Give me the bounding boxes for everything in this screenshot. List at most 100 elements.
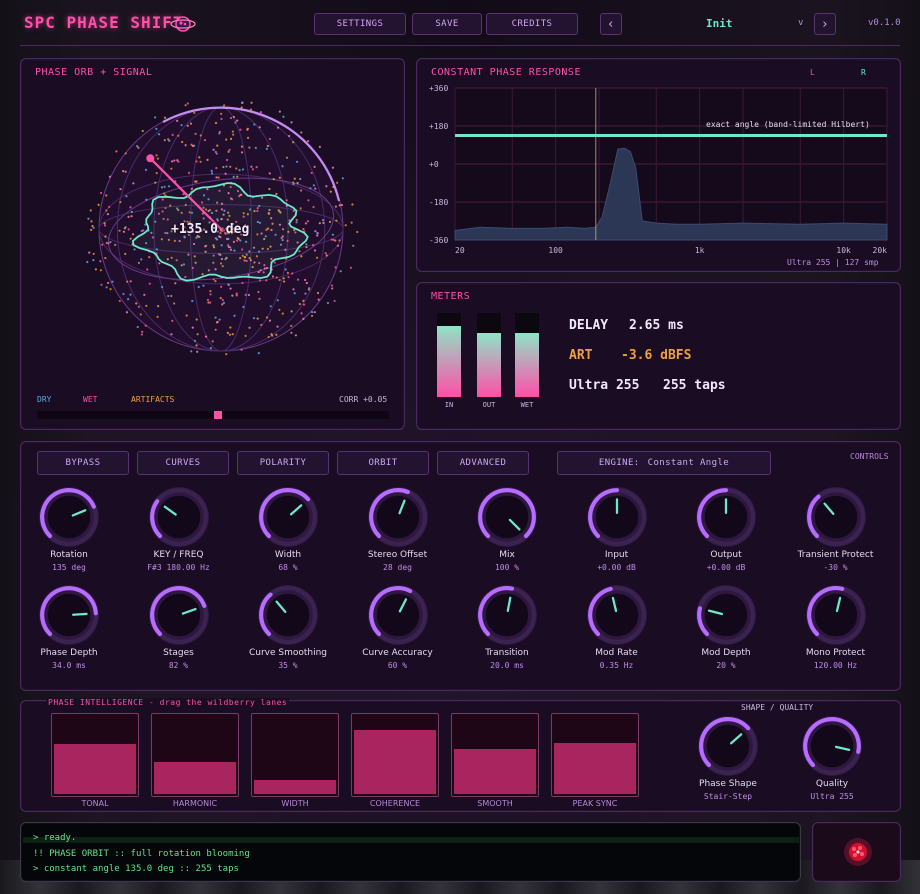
knob-value: F#3 180.00 Hz [147, 563, 210, 572]
header-divider [20, 45, 900, 46]
knob-label: Mix [499, 550, 515, 560]
legend-wet: WET [83, 395, 98, 404]
knob-mod-depth[interactable]: Mod Depth 20 % [671, 584, 781, 670]
knob-transition[interactable]: Transition 20.0 ms [452, 584, 562, 670]
shape-quality-title: SHAPE / QUALITY [741, 703, 814, 712]
knob-dial-icon[interactable] [805, 584, 867, 646]
knob-value: 68 % [278, 563, 298, 572]
knob-dial-icon[interactable] [476, 584, 538, 646]
advanced-button[interactable]: ADVANCED [437, 451, 529, 475]
knob-stages[interactable]: Stages 82 % [124, 584, 234, 670]
knob-mod-rate[interactable]: Mod Rate 0.35 Hz [562, 584, 672, 670]
lane-fill [454, 749, 536, 794]
knob-dial-icon[interactable] [148, 584, 210, 646]
bypass-button[interactable]: BYPASS [37, 451, 129, 475]
knob-transient-protect[interactable]: Transient Protect -30 % [781, 486, 891, 572]
polarity-button[interactable]: POLARITY [237, 451, 329, 475]
knob-label: Curve Accuracy [362, 648, 433, 658]
knob-dial-icon[interactable] [695, 584, 757, 646]
knob-label: Transient Protect [797, 550, 874, 560]
console-line-3: > constant angle 135.0 deg :: 255 taps [33, 864, 239, 874]
save-button[interactable]: SAVE [412, 13, 482, 35]
knob-quality[interactable]: Quality Ultra 255 [777, 715, 887, 801]
knob-dial-icon[interactable] [586, 486, 648, 548]
preset-name[interactable]: Init [706, 17, 733, 30]
knob-stereo-offset[interactable]: Stereo Offset 28 deg [343, 486, 453, 572]
controls-title: CONTROLS [850, 452, 889, 461]
settings-button[interactable]: SETTINGS [314, 13, 406, 35]
taps-readout: 255 taps [663, 378, 726, 393]
phase-intelligence-panel: PHASE INTELLIGENCE - drag the wildberry … [20, 698, 901, 812]
y-tick-label: +180 [429, 122, 448, 131]
knob-key-freq[interactable]: KEY / FREQ F#3 180.00 Hz [124, 486, 234, 572]
knob-dial-icon[interactable] [257, 486, 319, 548]
orb-slider-track[interactable] [37, 411, 389, 419]
console-line-1: > ready. [33, 833, 77, 843]
knob-curve-smoothing[interactable]: Curve Smoothing 35 % [233, 584, 343, 670]
orb-slider-thumb[interactable] [214, 411, 223, 419]
x-tick-label: 100 [548, 246, 563, 255]
knob-value: 120.00 Hz [813, 661, 858, 670]
knob-dial-icon[interactable] [476, 486, 538, 548]
knob-value: 20.0 ms [490, 661, 524, 670]
knob-value: -30 % [823, 563, 848, 572]
knob-input[interactable]: Input +0.00 dB [562, 486, 672, 572]
lane-width[interactable] [251, 713, 339, 797]
knob-dial-icon[interactable] [367, 584, 429, 646]
correlation-readout: CORR +0.05 [339, 395, 388, 404]
lane-fill [354, 730, 436, 794]
knob-mono-protect[interactable]: Mono Protect 120.00 Hz [781, 584, 891, 670]
knob-dial-icon[interactable] [586, 584, 648, 646]
lane-label: TONAL [81, 799, 109, 808]
header: SPC PHASE SHIFT SETTINGS SAVE CREDITS ‹ … [0, 0, 920, 46]
lane-tonal[interactable] [51, 713, 139, 797]
knob-phase-depth[interactable]: Phase Depth 34.0 ms [14, 584, 124, 670]
artifact-label: ART [569, 348, 593, 363]
engine-value: Constant Angle [647, 458, 730, 468]
lane-coherence[interactable] [351, 713, 439, 797]
orbit-button[interactable]: ORBIT [337, 451, 429, 475]
meter-wet-label: WET [520, 401, 534, 409]
lane-smooth[interactable] [451, 713, 539, 797]
response-annotation: exact angle (band-limited Hilbert) [706, 120, 870, 129]
knob-dial-icon[interactable] [695, 486, 757, 548]
knob-phase-shape[interactable]: Phase Shape Stair-Step [673, 715, 783, 801]
next-preset-button[interactable]: › [814, 13, 836, 35]
lane-label: HARMONIC [172, 799, 218, 808]
delay-label: DELAY [569, 318, 609, 333]
knob-mix[interactable]: Mix 100 % [452, 486, 562, 572]
knob-value: 135 deg [52, 563, 86, 572]
preset-dropdown-arrow[interactable]: v [798, 18, 803, 28]
knob-curve-accuracy[interactable]: Curve Accuracy 60 % [343, 584, 453, 670]
knob-dial-icon[interactable] [148, 486, 210, 548]
knob-dial-icon[interactable] [801, 715, 863, 777]
knob-width[interactable]: Width 68 % [233, 486, 343, 572]
knob-label: Width [274, 550, 302, 560]
knob-value: 82 % [168, 661, 189, 670]
knob-output[interactable]: Output +0.00 dB [671, 486, 781, 572]
credits-button[interactable]: CREDITS [486, 13, 578, 35]
app-title: SPC PHASE SHIFT [24, 13, 184, 32]
engine-selector[interactable]: ENGINE: Constant Angle [557, 451, 771, 475]
meter-in-label: IN [444, 401, 454, 409]
planet-logo-icon [170, 16, 196, 32]
curves-button[interactable]: CURVES [137, 451, 229, 475]
knob-value: 20 % [716, 661, 736, 670]
knob-value: 34.0 ms [52, 661, 86, 670]
lane-fill [254, 779, 336, 794]
lane-peak-sync[interactable] [551, 713, 639, 797]
knob-dial-icon[interactable] [367, 486, 429, 548]
knob-dial-icon[interactable] [38, 584, 100, 646]
knob-value: +0.00 dB [706, 563, 746, 572]
x-tick-label: 1k [695, 246, 705, 255]
phase-orb-display[interactable] [81, 89, 361, 389]
knob-rotation[interactable]: Rotation 135 deg [14, 486, 124, 572]
lane-harmonic[interactable] [151, 713, 239, 797]
knob-label: Mod Rate [595, 648, 638, 658]
knob-dial-icon[interactable] [257, 584, 319, 646]
knob-dial-icon[interactable] [805, 486, 867, 548]
prev-preset-button[interactable]: ‹ [600, 13, 622, 35]
knob-value: 60 % [387, 661, 408, 670]
knob-dial-icon[interactable] [38, 486, 100, 548]
knob-dial-icon[interactable] [697, 715, 759, 777]
